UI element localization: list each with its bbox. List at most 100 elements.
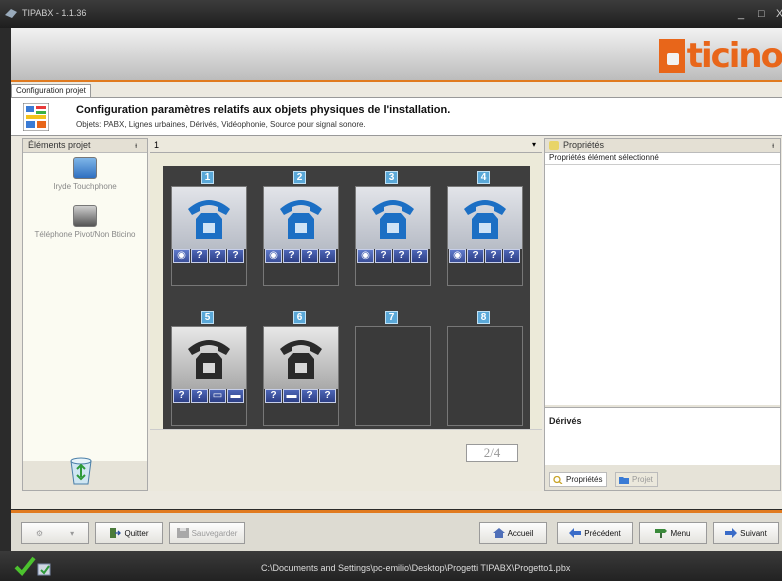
exit-door-icon [110, 528, 122, 538]
help-button[interactable]: ? [191, 389, 208, 403]
bottom-toolbar: ⚙ ▾ Quitter Sauvegarder Accueil Précéden… [11, 510, 782, 551]
help-button[interactable]: ? [227, 249, 244, 263]
cell-number: 3 [385, 171, 398, 184]
tools-dropdown[interactable]: ⚙ ▾ [21, 522, 89, 544]
card-icon[interactable]: ▬ [227, 389, 244, 403]
blue-phone-icon [172, 187, 246, 249]
tab-proprietes[interactable]: Propriétés [549, 472, 608, 487]
cell-slot[interactable]: ? ? ▭ ▬ [171, 326, 247, 426]
help-button[interactable]: ? [393, 249, 410, 263]
highlight-icon [549, 141, 559, 150]
module-icon[interactable]: ▭ [209, 389, 226, 403]
page-heading: Configuration paramètres relatifs aux ob… [76, 104, 451, 116]
cell-slot[interactable]: ◉ ? ? ? [171, 186, 247, 286]
blue-phone-icon [73, 157, 97, 179]
help-button[interactable]: ? [191, 249, 208, 263]
properties-grid[interactable] [545, 165, 780, 405]
menu-button[interactable]: Menu [639, 522, 707, 544]
chevron-down-icon: ▾ [70, 528, 75, 538]
properties-panel: Propriétés ᵼ Propriétés élément sélectio… [544, 138, 781, 491]
cell-slot[interactable]: ◉ ? ? ? [355, 186, 431, 286]
save-button[interactable]: Sauvegarder [169, 522, 245, 544]
minimize-button[interactable]: _ [738, 8, 744, 20]
signpost-icon [655, 529, 668, 538]
eye-icon[interactable]: ◉ [173, 249, 190, 263]
app-icon [5, 9, 17, 18]
eye-icon[interactable]: ◉ [449, 249, 466, 263]
help-button[interactable]: ? [283, 249, 300, 263]
recycle-bin-icon[interactable] [68, 457, 94, 485]
cell-buttons: ◉ ? ? ? [172, 249, 246, 264]
help-button[interactable]: ? [485, 249, 502, 263]
pin-icon[interactable]: ᵼ [772, 139, 774, 152]
cell-number: 8 [477, 311, 490, 324]
project-selector-value: 1 [154, 140, 160, 150]
eye-icon[interactable]: ◉ [265, 249, 282, 263]
palette-item-pivot[interactable]: Téléphone Pivot/Non Bticino [23, 205, 147, 239]
magnifier-icon [553, 476, 563, 484]
help-button[interactable]: ? [503, 249, 520, 263]
close-button[interactable]: X [776, 8, 782, 20]
info-bar: Configuration paramètres relatifs aux ob… [11, 97, 782, 136]
cell-buttons: ◉ ? ? ? [264, 249, 338, 264]
save-label: Sauvegarder [191, 528, 238, 538]
help-button[interactable]: ? [301, 389, 318, 403]
cell-slot[interactable]: ? ▬ ? ? [263, 326, 339, 426]
help-button[interactable]: ? [375, 249, 392, 263]
maximize-button[interactable]: □ [758, 8, 765, 20]
phone-grid: 1 ◉ ? ? ? 2 ◉ ? ? ? 3 ◉ ? ? ? 4 ◉ ? ? ? … [163, 166, 530, 443]
page-indicator: 2/4 [466, 444, 518, 462]
main-frame: Configuration projet Configuration param… [11, 82, 782, 509]
quit-button[interactable]: Quitter [95, 522, 163, 544]
elements-panel-header: Éléments projet ᵼ [23, 139, 147, 153]
help-button[interactable]: ? [209, 249, 226, 263]
line-icon[interactable]: ▬ [283, 389, 300, 403]
configuration-icon [23, 103, 49, 131]
cell-number: 6 [293, 311, 306, 324]
cell-number: 1 [201, 171, 214, 184]
help-button[interactable]: ? [173, 389, 190, 403]
cell-buttons: ◉ ? ? ? [356, 249, 430, 264]
help-button[interactable]: ? [319, 249, 336, 263]
next-button[interactable]: Suivant [713, 522, 779, 544]
pin-icon[interactable]: ᵼ [135, 139, 137, 152]
properties-panel-header: Propriétés ᵼ [545, 139, 780, 153]
tab-proprietes-label: Propriétés [566, 475, 603, 484]
properties-tabs: Propriétés Projet [545, 468, 780, 490]
cell-slot-empty[interactable] [355, 326, 431, 426]
brand-banner: ticino [11, 28, 782, 82]
project-selector[interactable]: 1 ▾ [150, 138, 542, 153]
home-button[interactable]: Accueil [479, 522, 547, 544]
help-button[interactable]: ? [411, 249, 428, 263]
properties-subtitle: Propriétés élément sélectionné [545, 153, 780, 165]
elements-palette: Iryde Touchphone Téléphone Pivot/Non Bti… [23, 153, 147, 461]
chevron-down-icon[interactable]: ▾ [532, 140, 536, 149]
help-button[interactable]: ? [301, 249, 318, 263]
home-icon [492, 528, 505, 538]
black-phone-icon [73, 205, 97, 227]
home-label: Accueil [507, 528, 534, 538]
tab-configuration-projet[interactable]: Configuration projet [11, 84, 91, 97]
help-button[interactable]: ? [265, 389, 282, 403]
floppy-icon [176, 528, 189, 538]
palette-item-iryde[interactable]: Iryde Touchphone [23, 157, 147, 191]
gear-icon: ⚙ [35, 528, 44, 538]
page-subheading: Objets: PABX, Lignes urbaines, Dérivés, … [76, 120, 366, 129]
help-button[interactable]: ? [467, 249, 484, 263]
cell-slot-empty[interactable] [447, 326, 523, 426]
cell-slot[interactable]: ◉ ? ? ? [447, 186, 523, 286]
title-bar: TIPABX - 1.1.36 _ □ X [0, 0, 782, 28]
help-button[interactable]: ? [319, 389, 336, 403]
derives-title: Dérivés [549, 416, 582, 426]
cell-number: 2 [293, 171, 306, 184]
cell-slot[interactable]: ◉ ? ? ? [263, 186, 339, 286]
elements-panel: Éléments projet ᵼ Iryde Touchphone Télép… [22, 138, 148, 491]
properties-panel-title: Propriétés [563, 140, 605, 150]
tab-projet[interactable]: Projet [615, 472, 658, 487]
cell-number: 7 [385, 311, 398, 324]
black-phone-icon [172, 327, 246, 389]
cell-buttons: ◉ ? ? ? [448, 249, 522, 264]
previous-button[interactable]: Précédent [557, 522, 633, 544]
eye-icon[interactable]: ◉ [357, 249, 374, 263]
palette-item-label: Iryde Touchphone [53, 182, 117, 191]
